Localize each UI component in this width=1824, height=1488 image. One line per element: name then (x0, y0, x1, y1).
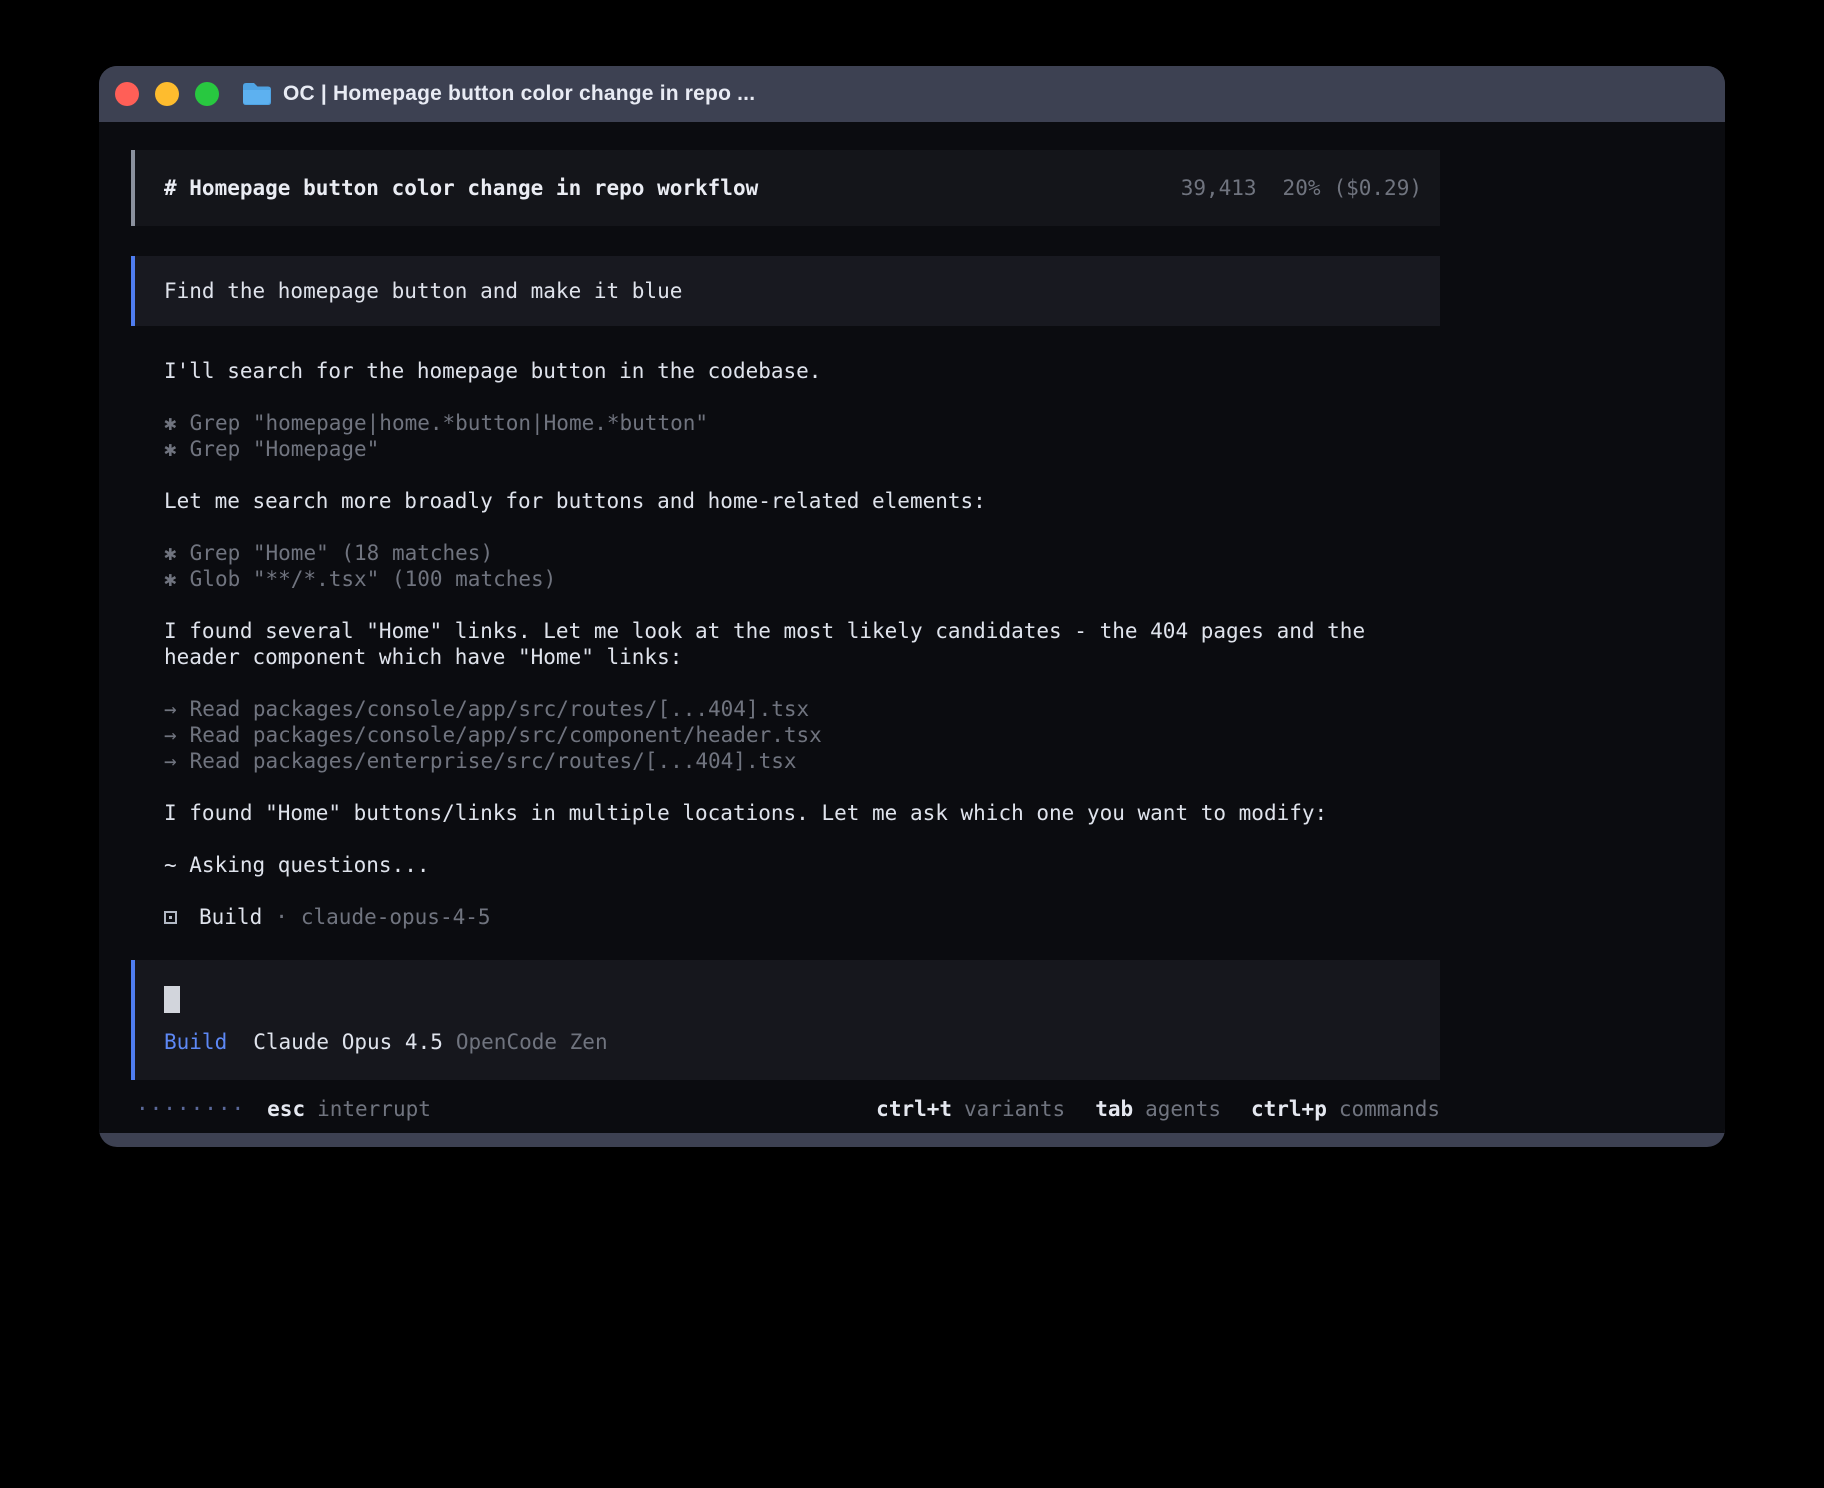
session-cost: ($0.29) (1333, 175, 1422, 201)
spinner-dots: ········ (136, 1096, 245, 1122)
arrow-right-icon: → (164, 748, 177, 774)
assistant-text: I found several "Home" links. Let me loo… (164, 618, 1404, 670)
read-call: → Read packages/enterprise/src/routes/[.… (164, 748, 1440, 774)
tool-call: ✱ Grep "Home" (18 matches) (164, 540, 1440, 566)
terminal-content: # Homepage button color change in repo w… (99, 122, 1725, 1133)
tool-call-group: ✱ Grep "Home" (18 matches) ✱ Glob "**/*.… (164, 540, 1440, 592)
zoom-window-button[interactable] (195, 82, 219, 106)
tool-call-text: Grep "Home" (18 matches) (190, 540, 493, 566)
tool-call-text: Glob "**/*.tsx" (100 matches) (190, 566, 557, 592)
assistant-text: I'll search for the homepage button in t… (164, 358, 1440, 384)
activity-status: ~ Asking questions... (164, 852, 1440, 878)
arrow-right-icon: → (164, 722, 177, 748)
read-call-text: Read packages/console/app/src/routes/[..… (190, 696, 810, 722)
arrow-right-icon: → (164, 696, 177, 722)
status-bar: ········ esc interrupt ctrl+t variants t… (131, 1096, 1440, 1122)
tool-call-text: Grep "homepage|home.*button|Home.*button… (190, 410, 708, 436)
agent-badge: Build · claude-opus-4-5 (164, 904, 1440, 930)
folder-icon (241, 82, 271, 106)
assistant-text: I found "Home" buttons/links in multiple… (164, 800, 1404, 826)
tool-asterisk-icon: ✱ (164, 436, 177, 462)
tool-call-group: ✱ Grep "homepage|home.*button|Home.*butt… (164, 410, 1440, 462)
agent-name: Build (199, 904, 262, 930)
input-provider: OpenCode Zen (456, 1029, 608, 1055)
tool-call: ✱ Glob "**/*.tsx" (100 matches) (164, 566, 1440, 592)
traffic-lights (115, 82, 219, 106)
text-cursor (164, 986, 180, 1013)
hint-key: tab (1095, 1096, 1133, 1122)
hint-variants: ctrl+t variants (876, 1096, 1065, 1122)
minimize-window-button[interactable] (155, 82, 179, 106)
desktop-background: OC | Homepage button color change in rep… (0, 0, 1824, 1488)
assistant-text: Let me search more broadly for buttons a… (164, 488, 1440, 514)
hint-key: ctrl+t (876, 1096, 952, 1122)
tool-call-text: Grep "Homepage" (190, 436, 380, 462)
esc-key-label: interrupt (317, 1096, 431, 1122)
agent-square-icon (164, 911, 177, 924)
tool-asterisk-icon: ✱ (164, 566, 177, 592)
tool-asterisk-icon: ✱ (164, 410, 177, 436)
read-call-text: Read packages/console/app/src/component/… (190, 722, 822, 748)
session-stats: 39,413 20% ($0.29) (1181, 175, 1422, 201)
token-count: 39,413 (1181, 175, 1257, 201)
session-title: # Homepage button color change in repo w… (164, 175, 758, 201)
context-percent: 20% (1283, 175, 1321, 201)
read-call-text: Read packages/enterprise/src/routes/[...… (190, 748, 797, 774)
agent-model: claude-opus-4-5 (301, 904, 491, 930)
prompt-input[interactable]: Build Claude Opus 4.5 OpenCode Zen (131, 960, 1440, 1080)
user-message: Find the homepage button and make it blu… (131, 256, 1440, 326)
status-right: ctrl+t variants tab agents ctrl+p comman… (846, 1096, 1440, 1122)
read-call: → Read packages/console/app/src/componen… (164, 722, 1440, 748)
tool-asterisk-icon: ✱ (164, 540, 177, 566)
tool-call: ✱ Grep "homepage|home.*button|Home.*butt… (164, 410, 1440, 436)
esc-key-hint: esc (267, 1096, 305, 1122)
tool-call: ✱ Grep "Homepage" (164, 436, 1440, 462)
hint-label: commands (1339, 1096, 1440, 1122)
window-titlebar[interactable]: OC | Homepage button color change in rep… (99, 66, 1725, 122)
input-meta: Build Claude Opus 4.5 OpenCode Zen (164, 1029, 1412, 1055)
terminal-window: OC | Homepage button color change in rep… (99, 66, 1725, 1147)
hint-key: ctrl+p (1251, 1096, 1327, 1122)
agent-separator: · (275, 904, 288, 930)
input-model: Claude Opus 4.5 (253, 1029, 443, 1055)
session-header: # Homepage button color change in repo w… (131, 150, 1440, 226)
user-message-text: Find the homepage button and make it blu… (164, 278, 682, 304)
read-call-group: → Read packages/console/app/src/routes/[… (164, 696, 1440, 774)
hint-label: variants (964, 1096, 1065, 1122)
read-call: → Read packages/console/app/src/routes/[… (164, 696, 1440, 722)
hint-commands: ctrl+p commands (1251, 1096, 1440, 1122)
window-title: OC | Homepage button color change in rep… (283, 82, 755, 106)
input-mode: Build (164, 1029, 227, 1055)
close-window-button[interactable] (115, 82, 139, 106)
conversation: I'll search for the homepage button in t… (131, 358, 1440, 930)
status-left: ········ esc interrupt (136, 1096, 431, 1122)
hint-label: agents (1145, 1096, 1221, 1122)
hint-agents: tab agents (1095, 1096, 1221, 1122)
